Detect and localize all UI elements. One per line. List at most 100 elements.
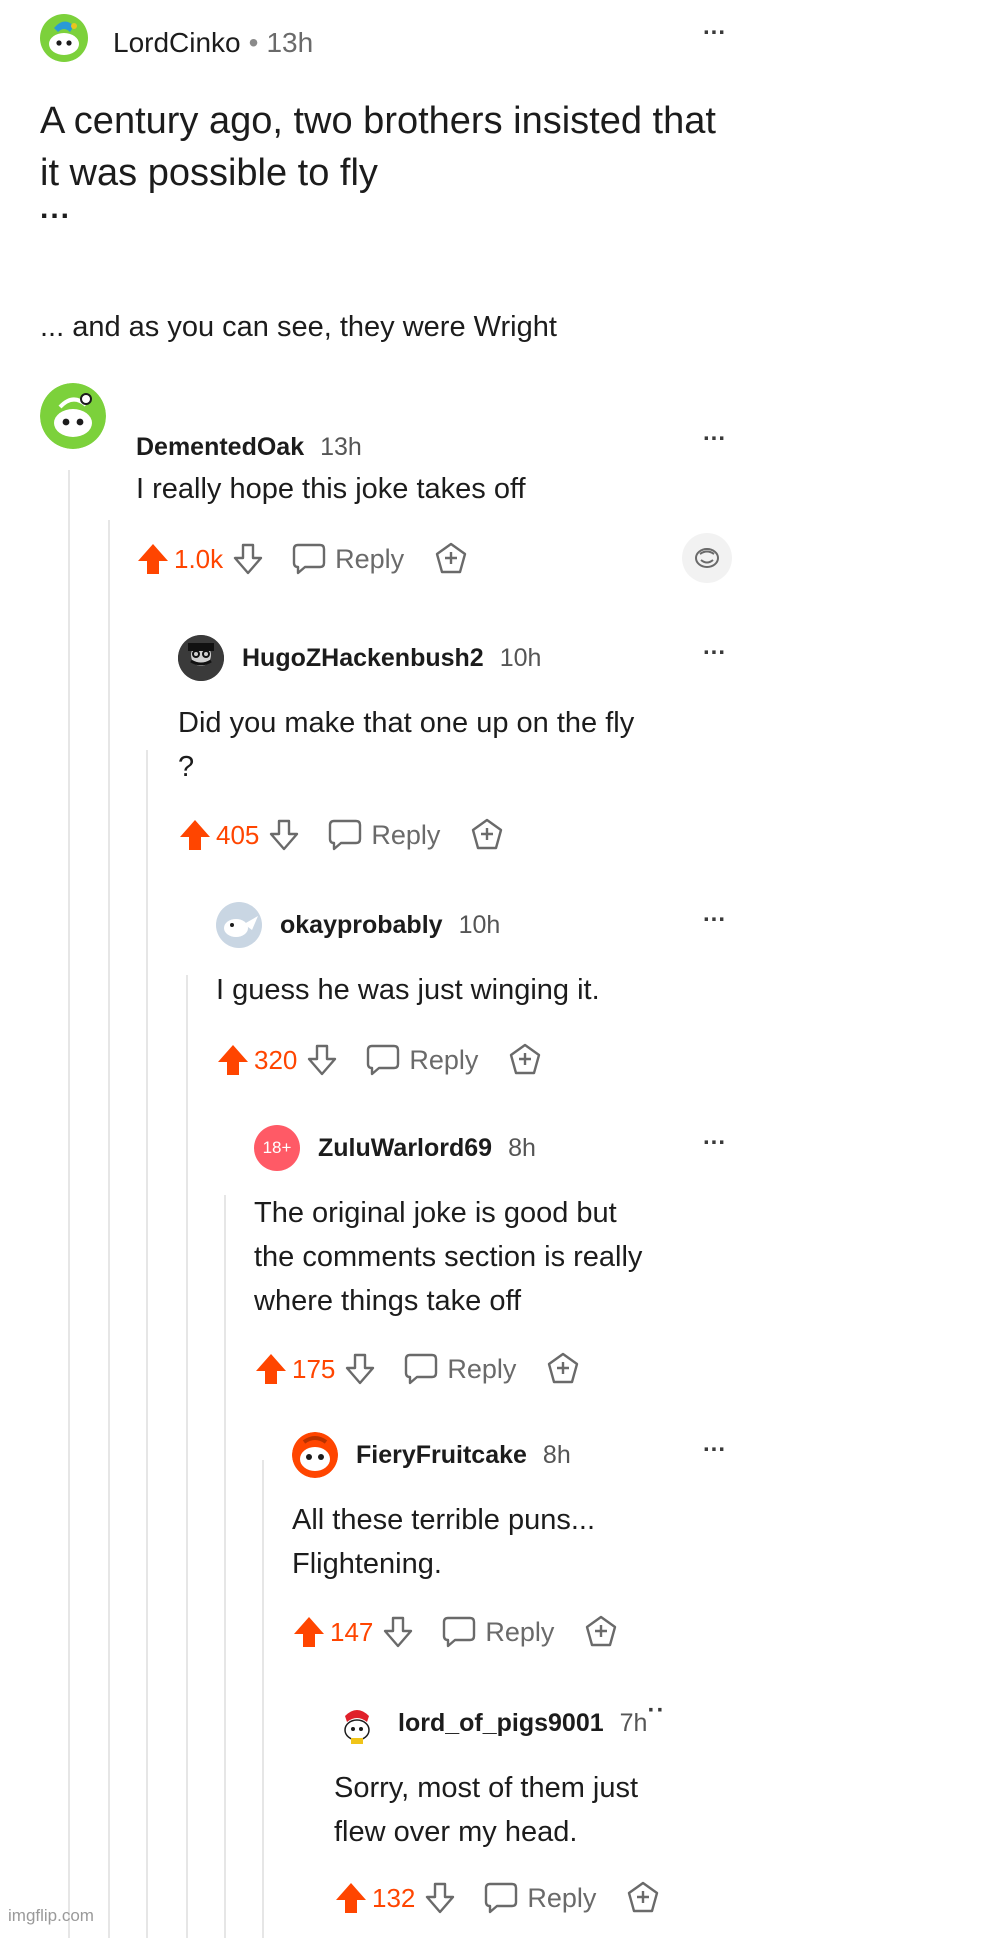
award-button[interactable]: [434, 542, 468, 576]
thread-line: [68, 470, 70, 1938]
thread-line: [146, 750, 148, 1938]
comment-text: I really hope this joke takes off: [136, 473, 526, 505]
vote-score: 320: [254, 1044, 298, 1075]
reply-button[interactable]: Reply: [403, 1352, 516, 1386]
award-button[interactable]: [626, 1881, 660, 1915]
post-header: LordCinko • 13h: [113, 27, 313, 59]
comment-username[interactable]: okayprobably: [280, 911, 443, 940]
comment-text: The original joke is good but the commen…: [254, 1197, 643, 1317]
award-icon: [628, 1881, 659, 1913]
comment: HugoZHackenbush2 10h ... Did you make th…: [178, 635, 738, 865]
post-title[interactable]: A century ago, two brothers insisted tha…: [40, 95, 720, 199]
comment-more-button[interactable]: ...: [703, 635, 726, 659]
upvote-arrow-icon[interactable]: [292, 1615, 326, 1649]
upvote-arrow-icon[interactable]: [334, 1881, 368, 1915]
downvote-arrow-icon[interactable]: [305, 1043, 339, 1077]
reply-label: Reply: [485, 1616, 555, 1647]
snoo-avatar-icon[interactable]: [292, 1432, 338, 1478]
comment: FieryFruitcake 8h ... All these terrible…: [292, 1432, 732, 1672]
reply-button[interactable]: Reply: [483, 1881, 596, 1915]
reply-label: Reply: [335, 543, 405, 574]
comment-more-button[interactable]: ...: [703, 421, 726, 445]
vote-score: 175: [292, 1353, 336, 1384]
comment: 18+ ZuluWarlord69 8h ... The original jo…: [254, 1125, 734, 1405]
nsfw-badge-label: 18+: [262, 1138, 292, 1157]
reply-label: Reply: [409, 1044, 479, 1075]
thread-line: [186, 975, 188, 1938]
downvote-arrow-icon[interactable]: [231, 542, 265, 576]
comment-time: 10h: [458, 910, 501, 939]
reply-label: Reply: [371, 819, 441, 850]
post-body: ... and as you can see, they were Wright: [40, 311, 557, 343]
comment-username[interactable]: ZuluWarlord69: [318, 1134, 492, 1163]
reply-button[interactable]: Reply: [365, 1043, 478, 1077]
thread-line: [108, 520, 110, 1938]
comment-text: Sorry, most of them just flew over my he…: [334, 1772, 639, 1848]
comment-username[interactable]: FieryFruitcake: [356, 1441, 527, 1470]
upvote-arrow-icon[interactable]: [254, 1352, 288, 1386]
post-more-button[interactable]: ...: [703, 15, 726, 39]
comment-time: 8h: [542, 1440, 571, 1469]
share-icon[interactable]: [682, 533, 732, 583]
comment-text: I guess he was just winging it.: [216, 974, 600, 1006]
comment: okayprobably 10h ... I guess he was just…: [216, 902, 736, 1092]
comment-username[interactable]: lord_of_pigs9001: [398, 1709, 604, 1738]
comment-username[interactable]: DementedOak: [136, 433, 304, 462]
vote-score: 1.0k: [174, 543, 224, 574]
reply-label: Reply: [527, 1882, 597, 1913]
speech-bubble-icon: [292, 543, 326, 575]
vote-score: 405: [216, 819, 260, 850]
comment-time: 7h: [619, 1708, 648, 1737]
comment-more-button[interactable]: ··: [647, 1699, 665, 1723]
comment-username[interactable]: HugoZHackenbush2: [242, 644, 484, 673]
speech-bubble-icon: [485, 1882, 518, 1914]
speech-bubble-icon: [405, 1353, 438, 1385]
upvote-arrow-icon[interactable]: [216, 1043, 250, 1077]
separator-dot: •: [248, 27, 259, 58]
speech-bubble-icon: [329, 819, 362, 851]
comment: lord_of_pigs9001 7h ·· Sorry, most of th…: [334, 1699, 734, 1930]
downvote-arrow-icon[interactable]: [267, 818, 301, 852]
user-avatar[interactable]: [216, 902, 262, 948]
comment-text: All these terrible puns... Flightening.: [292, 1504, 596, 1580]
award-icon: [548, 1352, 579, 1384]
award-icon: [510, 1043, 541, 1075]
post-title-ellipsis: ...: [40, 192, 72, 225]
upvote-arrow-icon[interactable]: [178, 818, 212, 852]
comment-time: 13h: [320, 433, 362, 461]
award-button[interactable]: [470, 818, 504, 852]
snoo-avatar-icon[interactable]: [334, 1700, 380, 1746]
reply-button[interactable]: Reply: [291, 542, 404, 576]
watermark: imgflip.com: [8, 1906, 94, 1925]
thread-line: [224, 1195, 226, 1938]
vote-score: 132: [372, 1882, 416, 1913]
comment-time: 10h: [499, 643, 542, 672]
post-time: 13h: [266, 27, 314, 58]
comment-more-button[interactable]: ...: [703, 902, 726, 926]
upvote-arrow-icon[interactable]: [136, 542, 170, 576]
reply-button[interactable]: Reply: [441, 1615, 554, 1649]
downvote-arrow-icon[interactable]: [381, 1615, 415, 1649]
snoo-avatar-icon[interactable]: [40, 14, 88, 62]
award-icon: [435, 542, 467, 574]
award-icon: [586, 1615, 617, 1647]
downvote-arrow-icon[interactable]: [423, 1881, 457, 1915]
reply-button[interactable]: Reply: [327, 818, 440, 852]
vote-score: 147: [330, 1616, 374, 1647]
comment-more-button[interactable]: ...: [703, 1125, 726, 1149]
comment-text: Did you make that one up on the fly ?: [178, 707, 635, 783]
snoo-avatar-icon[interactable]: [40, 383, 106, 449]
award-icon: [472, 818, 503, 850]
comment-time: 8h: [508, 1133, 536, 1162]
comment: DementedOak 13h ... I really hope this j…: [40, 383, 740, 603]
nsfw-avatar-badge[interactable]: 18+: [254, 1125, 300, 1171]
downvote-arrow-icon[interactable]: [343, 1352, 377, 1386]
post-username[interactable]: LordCinko: [113, 27, 241, 58]
award-button[interactable]: [546, 1352, 580, 1386]
comment-more-button[interactable]: ...: [703, 1432, 726, 1456]
speech-bubble-icon: [443, 1616, 476, 1648]
award-button[interactable]: [584, 1615, 618, 1649]
reply-label: Reply: [447, 1353, 517, 1384]
award-button[interactable]: [508, 1043, 542, 1077]
user-avatar[interactable]: [178, 635, 224, 681]
